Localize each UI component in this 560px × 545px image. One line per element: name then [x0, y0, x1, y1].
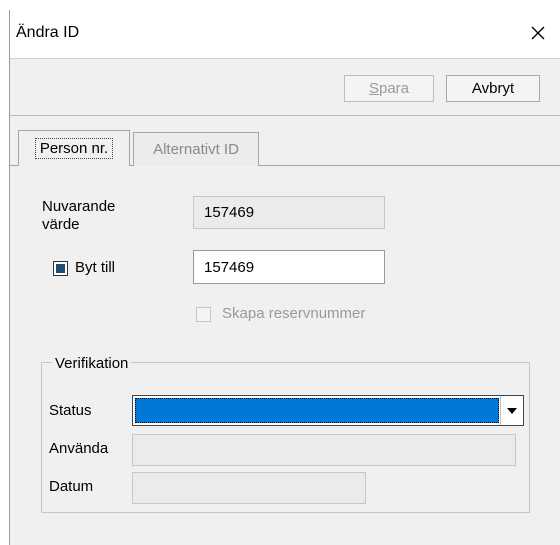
date-label: Datum [49, 478, 94, 495]
chevron-down-icon [507, 407, 517, 414]
use-label: Använda [49, 440, 109, 457]
change-to-input[interactable]: 157469 [193, 250, 385, 284]
tab-person-nr[interactable]: Person nr. [18, 130, 130, 166]
current-value-field: 157469 [193, 196, 385, 229]
change-id-dialog: Ändra ID Spara Avbryt Person nr. Alterna… [9, 10, 560, 545]
create-reserve-number-checkbox[interactable] [196, 307, 211, 322]
tab-alternative-id[interactable]: Alternativt ID [133, 132, 259, 166]
save-button[interactable]: Spara [344, 75, 434, 102]
verification-legend: Verifikation [52, 355, 132, 372]
current-value-label-line1: Nuvarande [42, 198, 116, 215]
cancel-button[interactable]: Avbryt [446, 75, 540, 102]
status-label: Status [49, 402, 92, 419]
dialog-title: Ändra ID [16, 24, 80, 41]
change-to-label: Byt till [75, 259, 116, 276]
save-label-rest: para [378, 80, 410, 97]
toolbar: Spara Avbryt [10, 58, 560, 116]
date-field [132, 472, 366, 504]
use-field [132, 434, 516, 466]
status-dropdown-button[interactable] [500, 396, 523, 425]
tab-person-nr-label: Person nr. [34, 138, 114, 159]
create-reserve-number-label: Skapa reservnummer [222, 305, 366, 322]
change-to-checkbox[interactable] [53, 261, 68, 276]
save-mnemonic: S [368, 80, 379, 97]
title-bar: Ändra ID [10, 10, 560, 58]
status-select[interactable] [132, 395, 524, 426]
status-selected-value [135, 398, 499, 423]
current-value-label-line2: värde [42, 216, 80, 233]
close-button[interactable] [521, 16, 555, 50]
close-icon [531, 26, 545, 40]
tab-strip: Person nr. Alternativt ID [10, 126, 560, 166]
